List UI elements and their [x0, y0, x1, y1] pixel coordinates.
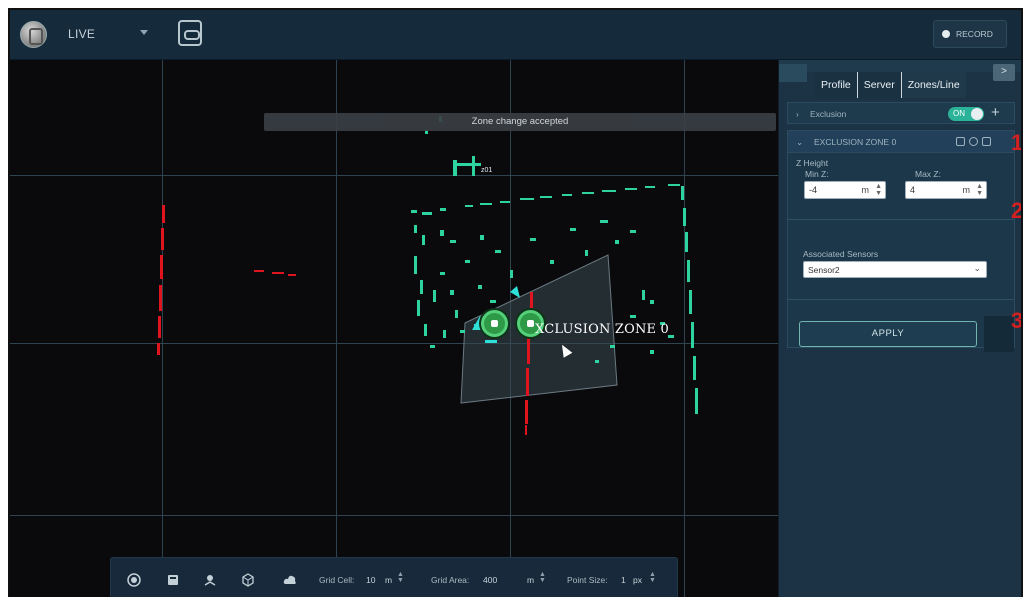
min-z-value: -4 — [809, 185, 818, 195]
panel-tabs: Profile Server Zones/Line — [815, 72, 966, 98]
sensor-select-value: Sensor2 — [808, 265, 840, 275]
target-icon[interactable] — [127, 573, 141, 587]
record-button[interactable]: RECORD — [933, 20, 1007, 48]
mode-dropdown-label[interactable]: LIVE — [68, 27, 95, 41]
tab-server[interactable]: Server — [857, 72, 902, 98]
settings-panel: Profile Server Zones/Line > › Exclusion … — [778, 60, 1023, 605]
sensor-select[interactable]: Sensor2 ⌄ — [803, 261, 987, 278]
visibility-icon[interactable] — [969, 137, 978, 146]
zone-name-label: XCLUSION ZONE 0 — [535, 322, 670, 337]
zone-change-toast: Zone change accepted — [264, 113, 776, 131]
apply-button[interactable]: APPLY — [799, 321, 977, 347]
annotation-3: 3 — [1011, 308, 1023, 333]
exclusion-section-label: Exclusion — [810, 109, 847, 119]
point-size-label: Point Size: — [567, 575, 608, 585]
panel-tab-stub[interactable] — [779, 64, 807, 82]
min-z-unit: m — [861, 185, 870, 195]
min-z-stepper[interactable]: ▲ ▼ — [875, 183, 882, 197]
min-z-label: Min Z: — [805, 169, 829, 179]
associated-sensors-label: Associated Sensors — [803, 249, 879, 259]
add-zone-button[interactable]: + — [991, 104, 1000, 122]
page-bottom-margin — [0, 597, 1029, 607]
grid-area-label: Grid Area: — [431, 575, 470, 585]
grid-area-input[interactable]: 400 — [483, 575, 497, 585]
chevron-down-icon[interactable] — [140, 30, 148, 35]
checkbox-icon[interactable] — [956, 137, 965, 146]
vr-view-button[interactable] — [178, 20, 202, 46]
toggle-knob — [971, 108, 983, 120]
toggle-label: ON — [953, 109, 965, 118]
annotation-1: 1 — [1011, 130, 1023, 155]
grid-cell-stepper[interactable]: ▲ ▼ — [397, 571, 404, 584]
object-tag: z01 — [481, 167, 492, 174]
grid-area-unit: m — [527, 575, 535, 585]
max-z-input[interactable]: 4 m ▲ ▼ — [905, 181, 987, 199]
chevron-down-icon: ⌄ — [973, 263, 981, 273]
panel-header-strip — [779, 60, 1021, 72]
max-z-value: 4 — [910, 185, 916, 195]
cloud-icon[interactable] — [283, 573, 297, 587]
tab-profile[interactable]: Profile — [815, 72, 858, 98]
max-z-label: Max Z: — [915, 169, 941, 179]
location-pin-icon[interactable] — [203, 573, 217, 587]
collapse-panel-button[interactable]: > — [993, 64, 1015, 81]
zone-card-title: EXCLUSION ZONE 0 — [814, 137, 897, 147]
app-window: LIVE RECORD z01 Zone change accepted XCL… — [8, 8, 1023, 607]
point-cloud-viewport[interactable]: z01 Zone change accepted XCLUSION ZONE 0 — [10, 60, 778, 605]
exclusion-section-header[interactable]: › Exclusion ON + — [787, 102, 1015, 124]
exclusion-toggle[interactable]: ON — [948, 107, 984, 121]
grid-area-stepper[interactable]: ▲ ▼ — [539, 571, 546, 584]
divider — [788, 219, 1014, 220]
grid-cell-input[interactable]: 10 — [366, 575, 375, 585]
trash-icon[interactable] — [982, 137, 991, 146]
layers-icon[interactable] — [166, 573, 180, 587]
record-label: RECORD — [956, 29, 993, 39]
record-icon — [942, 30, 950, 38]
grid-cell-unit: m — [385, 575, 393, 585]
exclusion-zone-card: ⌄ EXCLUSION ZONE 0 Z Height Min Z: Max Z… — [787, 130, 1015, 352]
grid-cell-label: Grid Cell: — [319, 575, 355, 585]
cube-icon[interactable] — [241, 573, 255, 587]
point-size-input[interactable]: 1 — [621, 575, 626, 585]
max-z-stepper[interactable]: ▲ ▼ — [976, 183, 983, 197]
point-size-unit: px — [633, 575, 642, 585]
point-size-stepper[interactable]: ▲ ▼ — [649, 571, 656, 584]
max-z-unit: m — [962, 185, 971, 195]
panel-scroll-strip — [984, 316, 1014, 352]
annotation-2: 2 — [1011, 198, 1023, 223]
chevron-down-icon[interactable]: ⌄ — [796, 137, 803, 148]
top-bar: LIVE RECORD — [10, 10, 1021, 60]
chevron-right-icon[interactable]: › — [796, 109, 799, 119]
tab-zones-lines[interactable]: Zones/Line — [901, 72, 966, 98]
app-logo-icon[interactable] — [20, 21, 47, 48]
z-height-label: Z Height — [796, 158, 829, 168]
zone-card-header[interactable]: ⌄ EXCLUSION ZONE 0 — [788, 131, 1014, 153]
min-z-input[interactable]: -4 m ▲ ▼ — [804, 181, 886, 199]
zone-vertex-handle[interactable] — [481, 310, 508, 337]
divider — [788, 299, 1014, 300]
